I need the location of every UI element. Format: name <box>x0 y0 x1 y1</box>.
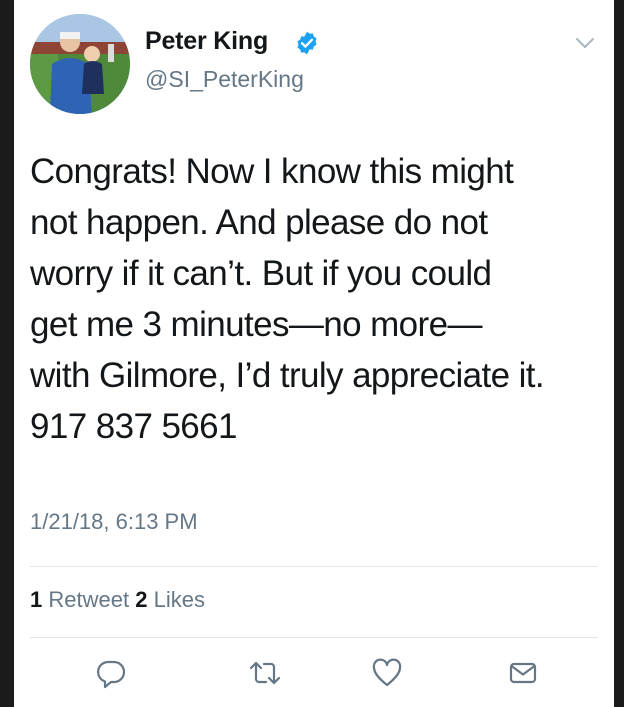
retweet-label[interactable]: Retweet <box>48 587 129 612</box>
like-button[interactable] <box>370 656 404 690</box>
direct-message-button[interactable] <box>506 656 540 690</box>
verified-badge-icon <box>297 31 317 55</box>
retweet-icon <box>249 661 281 685</box>
display-name[interactable]: Peter King <box>145 27 268 56</box>
like-label[interactable]: Likes <box>154 587 205 612</box>
divider <box>30 566 598 567</box>
like-count[interactable]: 2 <box>135 587 147 612</box>
divider <box>30 637 598 638</box>
retweet-button[interactable] <box>248 656 282 690</box>
tweet-text: Congrats! Now I know this might not happ… <box>30 152 545 446</box>
envelope-icon <box>509 662 537 684</box>
tweet-card: Peter King @SI_PeterKing Congrats! Now I… <box>14 0 614 707</box>
retweet-count[interactable]: 1 <box>30 587 42 612</box>
user-handle[interactable]: @SI_PeterKing <box>145 66 304 93</box>
left-frame-edge <box>0 0 14 707</box>
heart-icon <box>372 658 402 687</box>
tweet-timestamp[interactable]: 1/21/18, 6:13 PM <box>30 509 198 535</box>
reply-icon <box>97 660 126 689</box>
reply-button[interactable] <box>94 656 128 690</box>
avatar-photo <box>30 14 130 114</box>
engagement-stats: 1 Retweet 2 Likes <box>30 587 205 613</box>
right-frame-edge <box>614 0 624 707</box>
chevron-down-icon[interactable] <box>575 36 595 50</box>
avatar[interactable] <box>30 14 130 114</box>
